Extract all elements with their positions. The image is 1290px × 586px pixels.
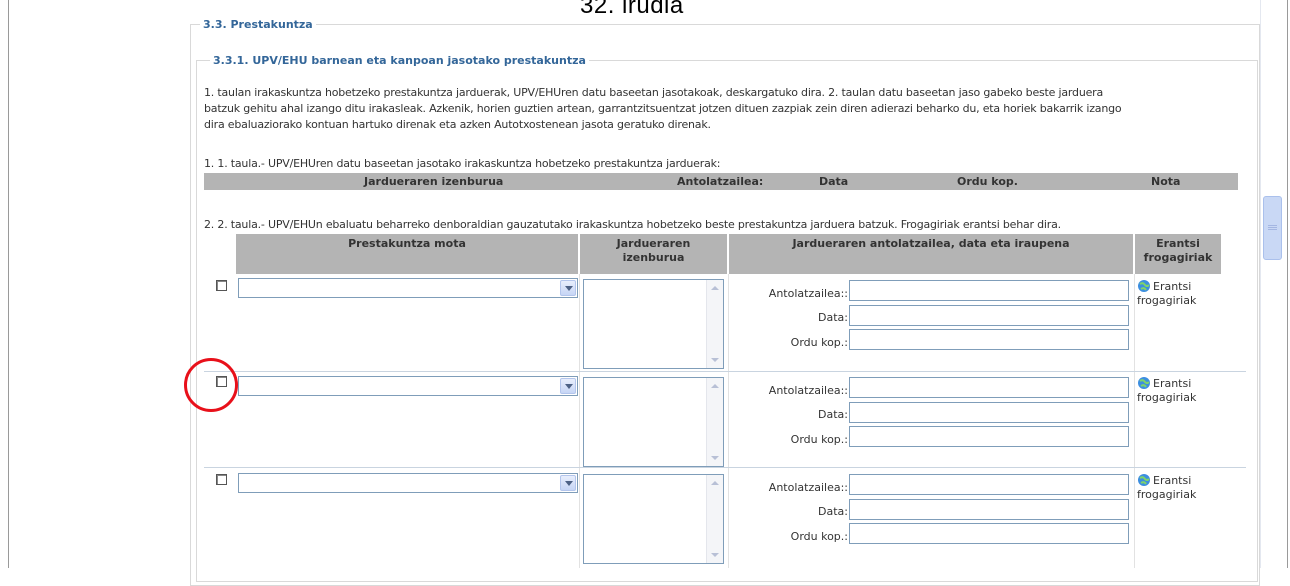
attach-globe-icon <box>1138 474 1150 486</box>
scroll-up-icon[interactable] <box>707 475 722 490</box>
table1-header-row: Jardueraren izenburua Antolatzailea: Dat… <box>204 173 1238 190</box>
hours-label: Ordu kop.: <box>790 433 848 446</box>
attach-link-text-1[interactable]: Erantsi <box>1153 474 1191 487</box>
intro-paragraph: 1. taulan irakaskuntza hobetzeko prestak… <box>204 85 1244 133</box>
date-input[interactable] <box>849 499 1129 520</box>
table2-col-type: Prestakuntza mota <box>236 234 578 274</box>
section-legend: 3.3. Prestakuntza <box>200 18 316 31</box>
column-divider <box>1134 274 1135 568</box>
attach-globe-icon <box>1138 377 1150 389</box>
intro-line: dira ebaluaziorako kontuan hartuko diren… <box>204 118 711 131</box>
row-select-checkbox[interactable] <box>216 474 227 485</box>
scrollbar-thumb[interactable] <box>1263 196 1282 260</box>
vertical-scrollbar[interactable] <box>1260 0 1284 568</box>
activity-title-textarea[interactable] <box>583 377 724 467</box>
attach-link-text-2[interactable]: frogagiriak <box>1137 391 1196 404</box>
table1-col-organizer: Antolatzailea: <box>677 175 764 188</box>
table1-col-date: Data <box>819 175 849 188</box>
attach-link-text-1[interactable]: Erantsi <box>1153 280 1191 293</box>
scroll-up-icon[interactable] <box>707 280 722 295</box>
hours-label: Ordu kop.: <box>790 530 848 543</box>
row-select-checkbox[interactable] <box>216 280 227 291</box>
textarea-scrollbar[interactable] <box>706 280 723 368</box>
table1-col-title: Jardueraren izenburua <box>364 175 504 188</box>
hours-label: Ordu kop.: <box>790 336 848 349</box>
organizer-label: Antolatzailea:: <box>768 384 848 397</box>
attach-documents-link[interactable]: Erantsi frogagiriak <box>1137 376 1196 405</box>
activity-title-textarea[interactable] <box>583 279 724 369</box>
chevron-down-icon[interactable] <box>560 378 576 394</box>
row-separator <box>204 467 1246 468</box>
table2-label: 2. 2. taula.- UPV/EHUn ebaluatu beharrek… <box>204 218 1061 231</box>
scroll-down-icon[interactable] <box>707 548 722 563</box>
table1-label: 1. 1. taula.- UPV/EHUren datu baseetan j… <box>204 157 721 170</box>
table1-col-hours: Ordu kop. <box>957 175 1018 188</box>
scroll-down-icon[interactable] <box>707 451 722 466</box>
column-divider <box>579 274 580 568</box>
row-separator <box>204 371 1246 372</box>
intro-line: batzuk gehitu ahal izango ditu irakaslea… <box>204 102 1122 115</box>
page-right-border <box>1287 0 1288 568</box>
organizer-input[interactable] <box>849 474 1129 495</box>
chevron-down-icon[interactable] <box>560 475 576 491</box>
organizer-label: Antolatzailea:: <box>768 287 848 300</box>
attach-link-text-2[interactable]: frogagiriak <box>1137 488 1196 501</box>
organizer-input[interactable] <box>849 377 1129 398</box>
table1-col-grade: Nota <box>1151 175 1181 188</box>
table2-col-title: Jardueraren izenburua <box>580 234 727 274</box>
chevron-down-icon[interactable] <box>560 280 576 296</box>
attach-link-text-1[interactable]: Erantsi <box>1153 377 1191 390</box>
figure-caption: 32. irudia <box>580 0 684 19</box>
date-label: Data: <box>818 505 848 518</box>
organizer-input[interactable] <box>849 280 1129 301</box>
table2-col-organizer: Jardueraren antolatzailea, data eta irau… <box>729 234 1133 274</box>
table2-col-type-label: Prestakuntza mota <box>348 237 466 250</box>
date-label: Data: <box>818 311 848 324</box>
training-type-select[interactable] <box>238 473 578 493</box>
attach-globe-icon <box>1138 280 1150 292</box>
scrollbar-grip-icon <box>1268 225 1277 226</box>
textarea-scrollbar[interactable] <box>706 475 723 563</box>
hours-input[interactable] <box>849 329 1129 350</box>
page-left-border <box>8 0 9 568</box>
table2-col-organizer-label: Jardueraren antolatzailea, data eta irau… <box>792 237 1070 250</box>
textarea-scrollbar[interactable] <box>706 378 723 466</box>
date-input[interactable] <box>849 402 1129 423</box>
table2-col-title-line2: izenburua <box>622 251 685 264</box>
subsection-legend: 3.3.1. UPV/EHU barnean eta kanpoan jasot… <box>210 54 589 67</box>
date-input[interactable] <box>849 305 1129 326</box>
table2-col-attach: Erantsi frogagiriak <box>1135 234 1221 274</box>
organizer-label: Antolatzailea:: <box>768 481 848 494</box>
training-type-select[interactable] <box>238 278 578 298</box>
date-label: Data: <box>818 408 848 421</box>
activity-title-textarea[interactable] <box>583 474 724 564</box>
column-divider <box>728 274 729 568</box>
hours-input[interactable] <box>849 523 1129 544</box>
hours-input[interactable] <box>849 426 1129 447</box>
attach-documents-link[interactable]: Erantsi frogagiriak <box>1137 473 1196 502</box>
scroll-up-icon[interactable] <box>707 378 722 393</box>
attach-documents-link[interactable]: Erantsi frogagiriak <box>1137 279 1196 308</box>
table2-col-attach-line2: frogagiriak <box>1143 251 1213 264</box>
intro-line: 1. taulan irakaskuntza hobetzeko prestak… <box>204 86 1104 99</box>
annotation-highlight-circle <box>184 358 238 412</box>
scroll-down-icon[interactable] <box>707 353 722 368</box>
table2-col-title-line1: Jardueraren <box>616 237 691 250</box>
training-type-select[interactable] <box>238 376 578 396</box>
table2-col-attach-line1: Erantsi <box>1156 237 1200 250</box>
attach-link-text-2[interactable]: frogagiriak <box>1137 294 1196 307</box>
